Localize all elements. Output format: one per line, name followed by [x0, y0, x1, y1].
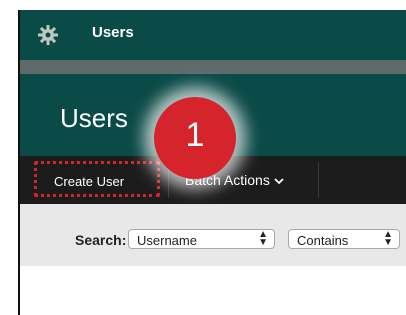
action-divider-right [318, 162, 319, 198]
search-label: Search: [75, 232, 127, 248]
updown-arrows-icon: ▲ ▼ [383, 229, 393, 248]
search-operator-value: Contains [297, 233, 349, 248]
app-window: Users Users Create User Batch Actions 1 … [0, 0, 406, 315]
step-number-badge: 1 [154, 97, 236, 179]
search-field-value: Username [137, 233, 197, 248]
topbar-title[interactable]: Users [92, 24, 134, 41]
search-field-select[interactable]: Username ▲ ▼ [128, 229, 275, 249]
updown-arrows-icon: ▲ ▼ [258, 229, 268, 248]
search-operator-select[interactable]: Contains ▲ ▼ [288, 229, 400, 249]
page-title: Users [60, 103, 128, 133]
gear-icon[interactable] [37, 24, 59, 46]
header-separator [20, 60, 406, 74]
top-navigation-bar [20, 10, 406, 60]
chevron-down-icon [274, 172, 284, 188]
create-user-label[interactable]: Create User [54, 174, 124, 189]
